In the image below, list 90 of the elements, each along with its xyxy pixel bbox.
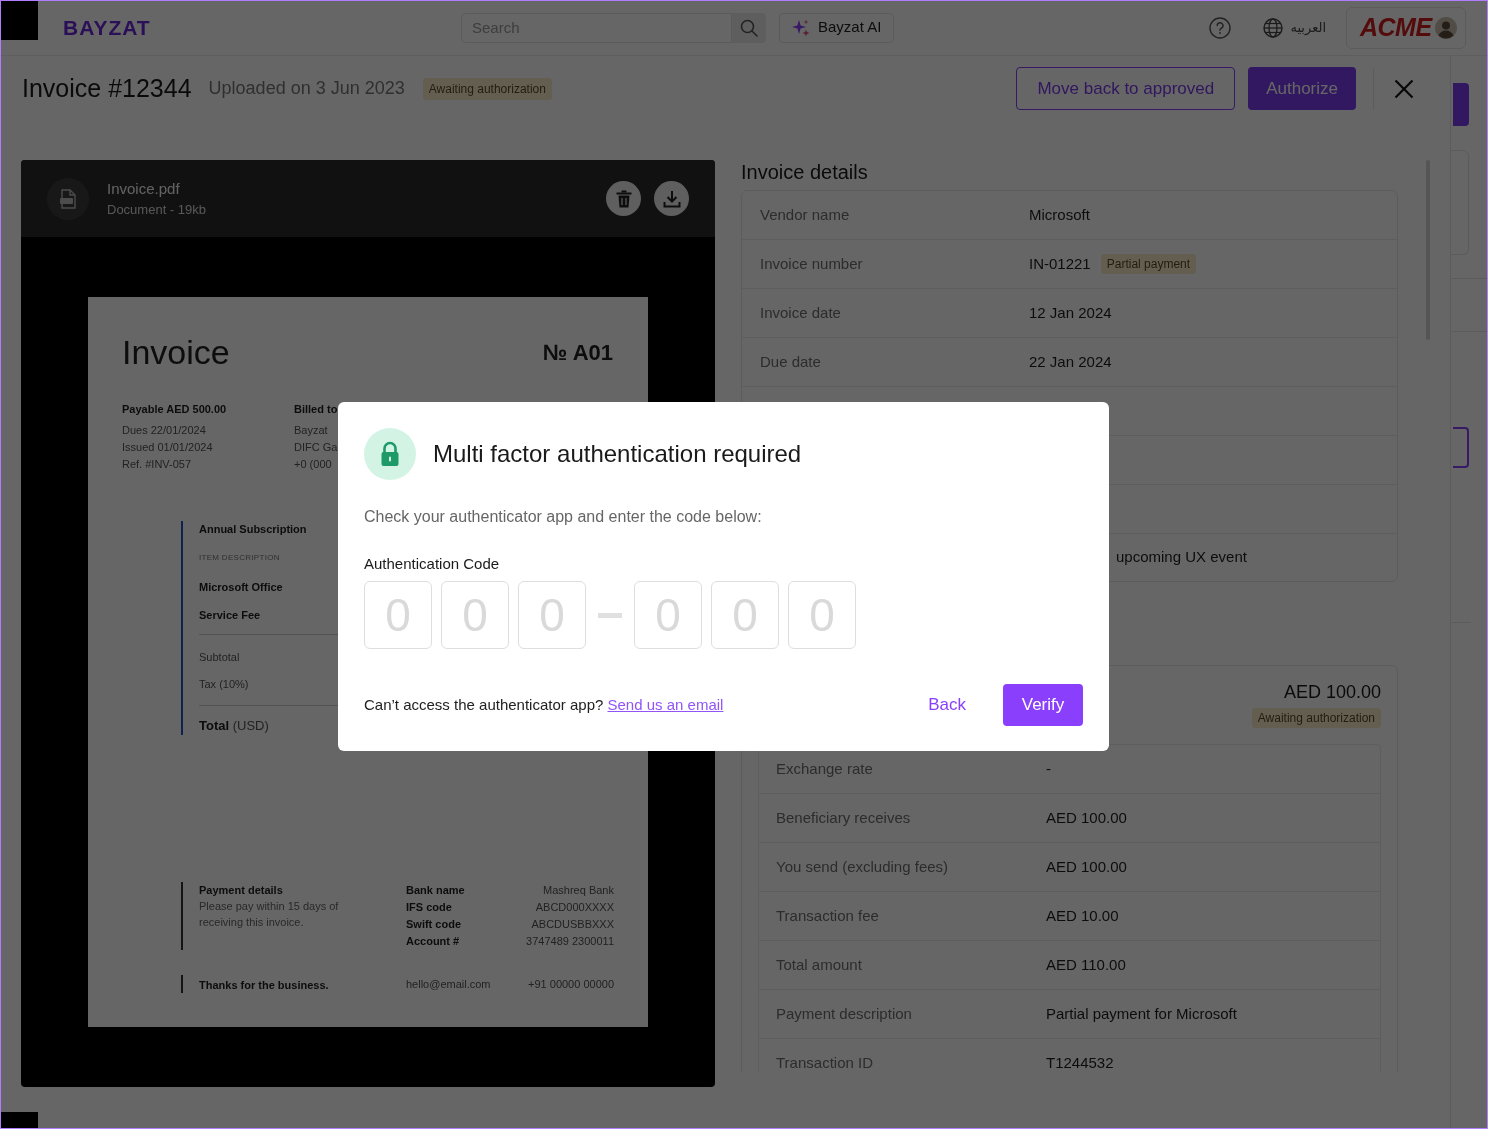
sparkle-icon bbox=[792, 18, 810, 37]
modal-title: Multi factor authentication required bbox=[433, 439, 802, 469]
contact-phone: +91 00000 00000 bbox=[528, 976, 614, 992]
billed-to-line: +0 (000 bbox=[294, 457, 332, 472]
field-label: You send (excluding fees) bbox=[776, 858, 949, 875]
field-value: Partial payment for Microsoft bbox=[1046, 1003, 1237, 1024]
bank-value: ABCDUSBBXXX bbox=[531, 917, 614, 933]
field-label: Total amount bbox=[776, 956, 862, 973]
globe-icon bbox=[1263, 17, 1284, 38]
verify-button[interactable]: Verify bbox=[1003, 684, 1083, 726]
field-label: Transaction fee bbox=[776, 907, 879, 924]
bank-value: Mashreq Bank bbox=[543, 883, 614, 899]
search-button[interactable] bbox=[732, 12, 766, 43]
bank-label: Account # bbox=[406, 934, 460, 950]
status-badge: Awaiting authorization bbox=[1251, 708, 1381, 728]
close-button[interactable] bbox=[1394, 78, 1414, 99]
bank-label: IFS code bbox=[406, 900, 452, 916]
avatar-icon bbox=[1435, 16, 1457, 39]
bank-label: Swift code bbox=[406, 917, 461, 933]
field-label: Vendor name bbox=[760, 206, 850, 223]
field-label: Transaction ID bbox=[776, 1054, 873, 1071]
bank-label: Bank name bbox=[406, 883, 465, 899]
move-back-button[interactable]: Move back to approved bbox=[1016, 67, 1236, 110]
modal-description: Check your authenticator app and enter the code below: bbox=[364, 507, 762, 527]
email-link[interactable]: Send us an email bbox=[607, 695, 724, 713]
field-value: - bbox=[1046, 758, 1051, 779]
field-value: AED 110.00 bbox=[1046, 954, 1126, 975]
file-name: Invoice.pdf bbox=[107, 178, 181, 199]
item-group-title: Annual Subscription bbox=[199, 522, 307, 537]
field-value: AED 100.00 bbox=[1046, 807, 1127, 828]
trash-icon bbox=[615, 189, 632, 208]
help-icon bbox=[1209, 16, 1232, 39]
page-title: Invoice #12344 bbox=[22, 72, 192, 104]
ai-button[interactable]: Bayzat AI bbox=[779, 12, 895, 43]
lock-icon bbox=[364, 428, 416, 480]
field-label: Payment description bbox=[776, 1005, 912, 1022]
dash-icon bbox=[598, 612, 622, 618]
invoice-meta: Dues 22/01/2024 bbox=[122, 423, 206, 438]
section-title: Invoice details bbox=[741, 160, 868, 184]
download-button[interactable] bbox=[654, 181, 689, 216]
payable-amount: Payable AED 500.00 bbox=[122, 402, 227, 417]
company-switcher[interactable]: ACME bbox=[1346, 6, 1466, 49]
background-button[interactable] bbox=[1453, 427, 1469, 468]
field-label: Invoice date bbox=[760, 304, 841, 321]
field-value: 12 Jan 2024 bbox=[1029, 302, 1112, 323]
field-label: Due date bbox=[760, 353, 821, 370]
file-info: Document - 19kb bbox=[107, 200, 206, 219]
close-icon bbox=[1394, 78, 1414, 99]
field-value: AED 100.00 bbox=[1046, 856, 1127, 877]
invoice-heading: Invoice bbox=[122, 331, 230, 373]
billed-to-line: Bayzat bbox=[294, 423, 328, 438]
field-value: Microsoft bbox=[1029, 204, 1090, 225]
download-icon bbox=[662, 189, 681, 208]
code-label: Authentication Code bbox=[364, 554, 500, 574]
edge-block bbox=[0, 0, 38, 40]
bank-value: ABCD000XXXX bbox=[535, 900, 614, 916]
field-value: AED 10.00 bbox=[1046, 905, 1119, 926]
bank-value: 3747489 2300011 bbox=[526, 934, 614, 950]
invoice-number: № A01 bbox=[542, 338, 613, 367]
search-icon bbox=[740, 18, 758, 37]
payment-details-heading: Payment details bbox=[199, 883, 283, 898]
field-value: 22 Jan 2024 bbox=[1029, 351, 1112, 372]
logo[interactable]: BAYZAT bbox=[63, 11, 151, 44]
invoice-meta: Ref. #INV-057 bbox=[122, 457, 192, 472]
authorize-button[interactable]: Authorize bbox=[1248, 67, 1356, 110]
thanks-note: Thanks for the business. bbox=[199, 979, 329, 991]
status-badge: Awaiting authorization bbox=[422, 77, 552, 100]
payment-amount: AED 100.00 bbox=[1283, 681, 1381, 703]
field-label: Exchange rate bbox=[776, 760, 873, 777]
billed-to-line: DIFC Ga bbox=[294, 440, 338, 455]
line-item: Microsoft Office bbox=[199, 580, 283, 595]
total-label: Total (USD) bbox=[199, 717, 269, 735]
status-badge: Partial payment bbox=[1100, 254, 1197, 274]
field-value: T1244532 bbox=[1046, 1052, 1114, 1072]
field-value: IN-01221 bbox=[1029, 253, 1091, 274]
billed-to-heading: Billed to bbox=[294, 402, 338, 417]
field-label: Beneficiary receives bbox=[776, 809, 911, 826]
help-button[interactable] bbox=[1209, 16, 1232, 39]
field-value: upcoming UX event bbox=[1116, 547, 1247, 568]
delete-button[interactable] bbox=[606, 181, 641, 216]
back-button[interactable]: Back bbox=[926, 684, 968, 726]
help-text: Can’t access the authenticator app? Send us an email bbox=[364, 694, 724, 715]
invoice-meta: Issued 01/01/2024 bbox=[122, 440, 213, 455]
line-item: Service Fee bbox=[199, 608, 261, 623]
field-label: Invoice number bbox=[760, 255, 863, 272]
subtotal-label: Subtotal bbox=[199, 650, 240, 665]
tax-label: Tax (10%) bbox=[199, 677, 249, 692]
document-icon bbox=[47, 177, 89, 220]
contact-email: hello@email.com bbox=[406, 976, 491, 992]
language-button[interactable]: العربيه bbox=[1263, 17, 1326, 38]
